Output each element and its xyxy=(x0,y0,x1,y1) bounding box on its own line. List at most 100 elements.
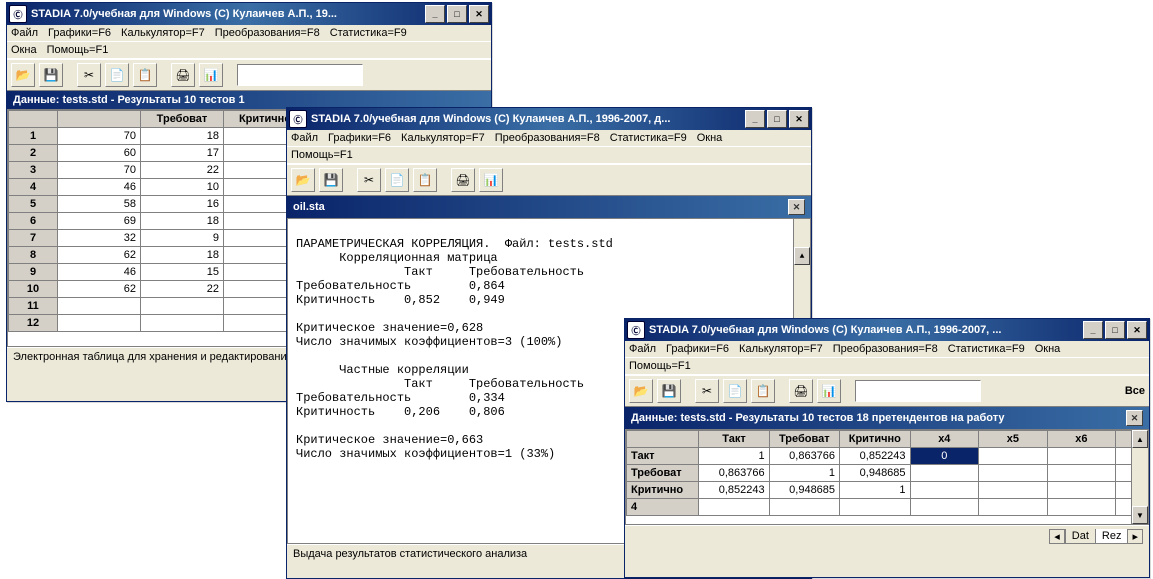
col-header[interactable]: Критично xyxy=(840,431,911,448)
scroll-left-icon[interactable]: ◂ xyxy=(1049,529,1065,544)
toolbar-input[interactable] xyxy=(237,64,363,86)
cell[interactable] xyxy=(979,448,1048,465)
close-button[interactable]: ✕ xyxy=(469,5,489,23)
minimize-button[interactable]: _ xyxy=(745,110,765,128)
cell[interactable]: 22 xyxy=(141,281,224,298)
scroll-right-icon[interactable]: ▸ xyxy=(1127,529,1143,544)
menu-transform[interactable]: Преобразования=F8 xyxy=(833,343,938,355)
maximize-button[interactable]: □ xyxy=(1105,321,1125,339)
cell[interactable]: 10 xyxy=(141,179,224,196)
scroll-down-icon[interactable]: ▼ xyxy=(1132,506,1148,524)
cell[interactable]: 15 xyxy=(141,264,224,281)
menubar-2[interactable]: Окна Помощь=F1 xyxy=(7,42,491,59)
cell[interactable]: 17 xyxy=(141,145,224,162)
row-header[interactable]: 1 xyxy=(9,128,58,145)
save-button[interactable]: 💾 xyxy=(319,168,343,192)
cell[interactable] xyxy=(979,465,1048,482)
menu-calc[interactable]: Калькулятор=F7 xyxy=(401,132,485,144)
data-grid[interactable]: ТактТребоватКритичноx4x5x6Такт10,8637660… xyxy=(626,430,1148,516)
cell[interactable]: 0,852243 xyxy=(699,482,769,499)
cell[interactable] xyxy=(1047,499,1116,516)
row-header[interactable]: Требоват xyxy=(627,465,699,482)
spreadsheet[interactable]: ТактТребоватКритичноx4x5x6Такт10,8637660… xyxy=(625,429,1149,525)
print-button[interactable]: 🖨 xyxy=(451,168,475,192)
col-header[interactable]: Требоват xyxy=(769,431,839,448)
row-header[interactable]: 4 xyxy=(9,179,58,196)
cell[interactable]: 9 xyxy=(141,230,224,247)
col-header[interactable]: x6 xyxy=(1047,431,1116,448)
menu-graphics[interactable]: Графики=F6 xyxy=(48,27,111,39)
cell[interactable]: 46 xyxy=(58,179,141,196)
menu-help[interactable]: Помощь=F1 xyxy=(629,360,691,372)
col-header[interactable] xyxy=(58,111,141,128)
cell[interactable]: 70 xyxy=(58,128,141,145)
maximize-button[interactable]: □ xyxy=(447,5,467,23)
graph-button[interactable]: 📊 xyxy=(199,63,223,87)
cell[interactable] xyxy=(769,499,839,516)
cell[interactable]: 62 xyxy=(58,281,141,298)
cell[interactable] xyxy=(910,465,979,482)
save-button[interactable]: 💾 xyxy=(657,379,681,403)
cell[interactable] xyxy=(141,315,224,332)
cell[interactable] xyxy=(699,499,769,516)
row-header[interactable]: 2 xyxy=(9,145,58,162)
row-header[interactable]: 10 xyxy=(9,281,58,298)
cell[interactable] xyxy=(979,482,1048,499)
menu-file[interactable]: Файл xyxy=(291,132,318,144)
cut-button[interactable]: ✂ xyxy=(695,379,719,403)
col-header[interactable]: Такт xyxy=(699,431,769,448)
row-header[interactable]: 11 xyxy=(9,298,58,315)
open-button[interactable]: 📂 xyxy=(629,379,653,403)
cell[interactable] xyxy=(910,499,979,516)
open-button[interactable]: 📂 xyxy=(11,63,35,87)
cell[interactable]: 16 xyxy=(141,196,224,213)
copy-button[interactable]: 📄 xyxy=(723,379,747,403)
row-header[interactable]: Такт xyxy=(627,448,699,465)
col-header[interactable]: x5 xyxy=(979,431,1048,448)
paste-button[interactable]: 📋 xyxy=(133,63,157,87)
cell[interactable]: 58 xyxy=(58,196,141,213)
cell[interactable]: 0,948685 xyxy=(769,482,839,499)
cell[interactable] xyxy=(840,499,911,516)
cell[interactable]: 60 xyxy=(58,145,141,162)
open-button[interactable]: 📂 xyxy=(291,168,315,192)
tab-rez[interactable]: Rez xyxy=(1095,529,1129,544)
cell[interactable] xyxy=(1047,482,1116,499)
cell[interactable]: 22 xyxy=(141,162,224,179)
cell[interactable]: 0,948685 xyxy=(840,465,911,482)
menu-windows[interactable]: Окна xyxy=(697,132,723,144)
cut-button[interactable]: ✂ xyxy=(357,168,381,192)
row-header[interactable]: Критично xyxy=(627,482,699,499)
copy-button[interactable]: 📄 xyxy=(385,168,409,192)
cell[interactable] xyxy=(910,482,979,499)
menu-help[interactable]: Помощь=F1 xyxy=(47,44,109,56)
menu-graphics[interactable]: Графики=F6 xyxy=(328,132,391,144)
graph-button[interactable]: 📊 xyxy=(817,379,841,403)
cell[interactable]: 1 xyxy=(840,482,911,499)
cell[interactable]: 18 xyxy=(141,247,224,264)
row-header[interactable]: 8 xyxy=(9,247,58,264)
print-button[interactable]: 🖨 xyxy=(171,63,195,87)
menubar-2[interactable]: Помощь=F1 xyxy=(625,358,1149,375)
cell[interactable]: 62 xyxy=(58,247,141,264)
titlebar-2[interactable]: Ⓒ STADIA 7.0/учебная для Windows (C) Кул… xyxy=(287,108,811,130)
copy-button[interactable]: 📄 xyxy=(105,63,129,87)
data-grid[interactable]: ТребоватКритично170183626017293702240446… xyxy=(8,110,307,332)
cell[interactable]: 0,852243 xyxy=(840,448,911,465)
doc-close-button[interactable]: ✕ xyxy=(788,199,805,215)
close-button[interactable]: ✕ xyxy=(1127,321,1147,339)
menu-transform[interactable]: Преобразования=F8 xyxy=(495,132,600,144)
menu-windows[interactable]: Окна xyxy=(1035,343,1061,355)
row-header[interactable]: 6 xyxy=(9,213,58,230)
cell[interactable]: 1 xyxy=(699,448,769,465)
cell[interactable] xyxy=(58,315,141,332)
row-header[interactable]: 9 xyxy=(9,264,58,281)
scroll-up-icon[interactable]: ▲ xyxy=(1132,430,1148,448)
row-header[interactable]: 4 xyxy=(627,499,699,516)
col-header[interactable]: x4 xyxy=(910,431,979,448)
cell[interactable]: 0 xyxy=(910,448,979,465)
titlebar-3[interactable]: Ⓒ STADIA 7.0/учебная для Windows (C) Кул… xyxy=(625,319,1149,341)
scroll-up-icon[interactable]: ▲ xyxy=(794,247,810,265)
titlebar-1[interactable]: Ⓒ STADIA 7.0/учебная для Windows (C) Кул… xyxy=(7,3,491,25)
menubar[interactable]: Файл Графики=F6 Калькулятор=F7 Преобразо… xyxy=(625,341,1149,358)
